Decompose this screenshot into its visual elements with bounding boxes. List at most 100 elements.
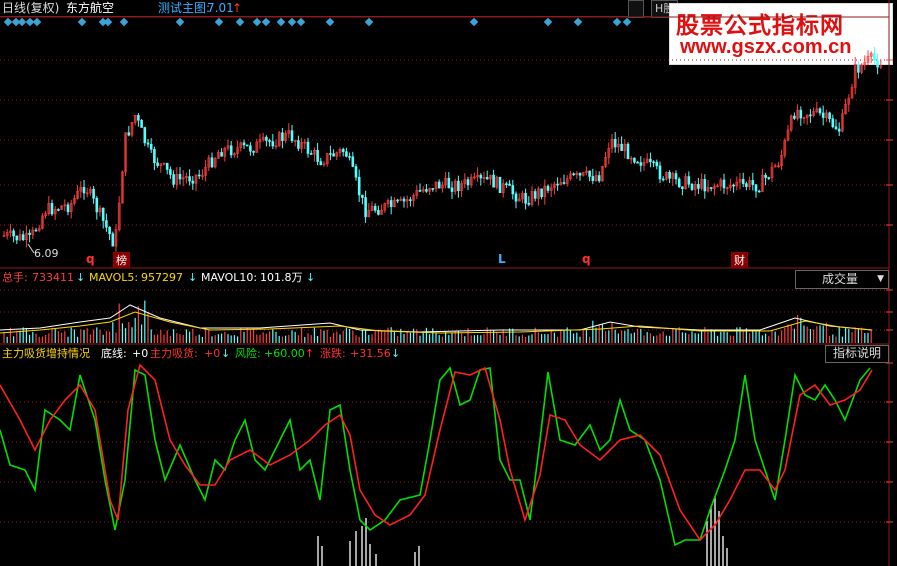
candle-body — [540, 188, 543, 198]
candle-body — [514, 193, 518, 202]
candle-body — [220, 152, 223, 157]
candle-body — [661, 178, 665, 181]
candle-body — [591, 176, 595, 181]
candle-body — [821, 112, 825, 118]
marker-bang: 榜 — [113, 252, 130, 268]
candle-body — [834, 126, 838, 130]
candle-body — [722, 179, 726, 189]
candle-body — [188, 176, 191, 182]
mavol5-label: MAVOL5: — [89, 271, 139, 284]
candle-body — [351, 156, 355, 167]
candle-body — [466, 179, 470, 186]
change-line — [0, 363, 873, 542]
candle-body — [169, 169, 172, 175]
candle-body — [197, 174, 201, 177]
candle-body — [12, 230, 15, 237]
mavol5-line — [0, 304, 873, 333]
candle-body — [857, 63, 860, 73]
change-value: +31.56 — [350, 347, 391, 360]
candle-body — [508, 183, 511, 186]
signal-diamond — [119, 17, 129, 27]
candle-body — [143, 127, 147, 144]
signal-diamond — [252, 17, 262, 27]
candle-body — [681, 186, 684, 189]
signal-diamond — [276, 17, 286, 27]
candle-body — [809, 114, 812, 117]
candle-body — [271, 141, 275, 147]
candle-body — [457, 180, 460, 191]
candle-body — [873, 53, 876, 61]
candle-body — [697, 184, 700, 189]
down-arrow-icon: ↓ — [188, 271, 198, 284]
candle-body — [402, 198, 406, 202]
candle-body — [511, 185, 515, 195]
candle-body — [492, 174, 495, 188]
candle-body — [751, 180, 755, 185]
candle-body — [66, 204, 70, 213]
candle-body — [828, 112, 831, 119]
candle-body — [249, 145, 252, 152]
dropdown-label: 成交量 — [822, 272, 859, 286]
candle-body — [172, 174, 175, 185]
candle-body — [633, 157, 636, 163]
candle-body — [165, 162, 169, 170]
candle-body — [437, 181, 441, 189]
candle-body — [668, 172, 671, 179]
candle-body — [111, 233, 115, 247]
candle-body — [28, 232, 31, 235]
candle-body — [409, 199, 412, 201]
signal-diamond — [175, 17, 185, 27]
candle-body — [690, 183, 694, 190]
candle-body — [505, 183, 508, 186]
signal-diamond — [543, 17, 553, 27]
candle-body — [876, 60, 879, 68]
signal-diamond — [573, 17, 583, 27]
signal-diamond — [287, 17, 297, 27]
candle-body — [485, 177, 489, 180]
candle-body — [268, 140, 271, 142]
indicator-explain-button[interactable]: 指标说明 — [825, 345, 889, 363]
risk-label: 风险: — [235, 347, 261, 360]
candle-body — [57, 209, 60, 211]
candle-body — [677, 178, 681, 188]
candle-body — [764, 174, 767, 178]
candle-body — [431, 188, 435, 190]
candle-body — [425, 189, 428, 192]
volume-average-lines — [0, 304, 873, 334]
mavol10-label: MAVOL10: — [201, 271, 258, 284]
candle-body — [757, 190, 761, 193]
candle-body — [34, 229, 38, 232]
candle-body — [290, 130, 294, 142]
risk-line — [0, 366, 871, 547]
absorb-label: 主力吸货: — [150, 347, 198, 360]
candle-body — [636, 161, 639, 164]
total-volume-value: 733411 — [32, 271, 74, 284]
base-line-value: +0 — [132, 347, 149, 360]
candle-body — [316, 150, 319, 162]
candle-body — [348, 156, 351, 158]
indicator-lines — [0, 363, 873, 547]
candle-body — [562, 182, 566, 184]
low-price-label: 6.09 — [34, 247, 59, 260]
candle-body — [309, 153, 313, 155]
candle-body — [364, 197, 367, 218]
candle-body — [354, 166, 358, 178]
candle-body — [578, 172, 582, 176]
candle-body — [649, 158, 652, 163]
candle-body — [95, 197, 99, 213]
candle-body — [450, 187, 454, 192]
down-arrow-icon: ↓ — [391, 347, 401, 360]
candle-body — [82, 187, 86, 194]
signal-diamond — [261, 17, 271, 27]
candle-body — [140, 119, 143, 128]
signal-diamond — [214, 17, 224, 27]
candle-body — [745, 183, 748, 188]
volume-indicator-dropdown[interactable]: 成交量 ▼ — [795, 270, 889, 289]
marker-q-2: q — [582, 252, 591, 266]
candle-body — [479, 174, 483, 179]
candle-body — [153, 149, 156, 164]
candle-body — [793, 115, 796, 119]
candle-body — [149, 143, 153, 150]
signal-diamond — [469, 17, 479, 27]
signal-diamond — [32, 17, 42, 27]
